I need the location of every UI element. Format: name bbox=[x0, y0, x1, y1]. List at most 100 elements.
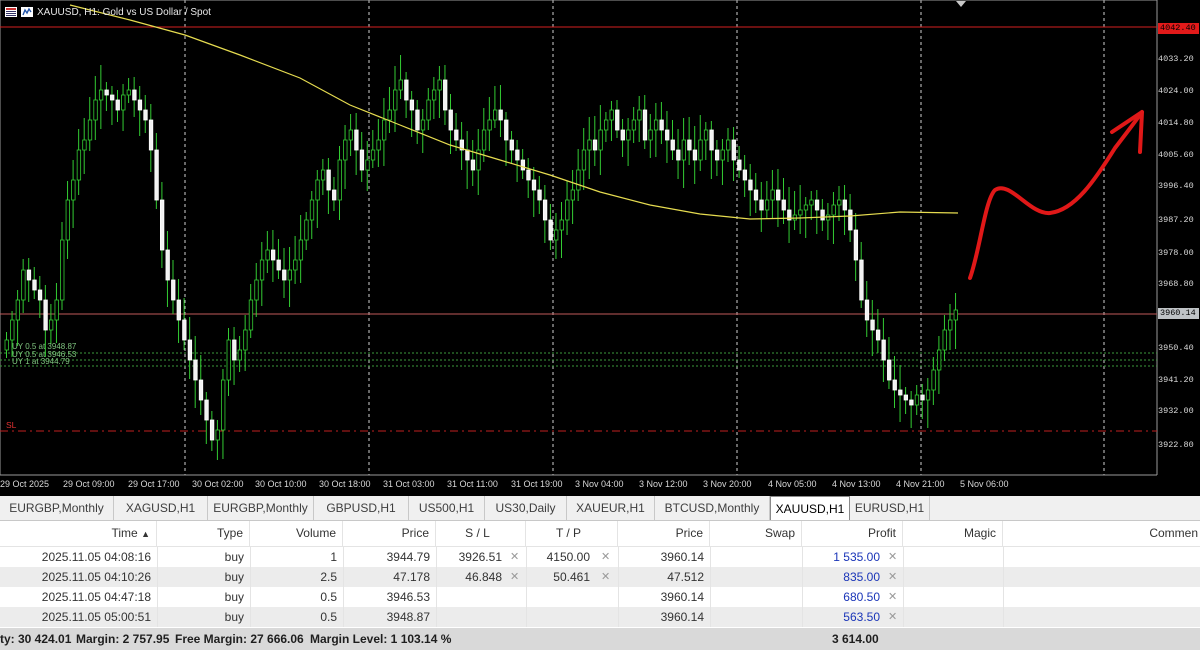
candle-body bbox=[215, 429, 220, 441]
candle-body bbox=[259, 259, 265, 281]
column-divider bbox=[343, 546, 344, 627]
chart-tab[interactable]: XAGUSD,H1 bbox=[114, 496, 208, 520]
cell-price: 3944.79 bbox=[386, 550, 430, 564]
table-row[interactable]: 2025.11.05 05:00:51 buy 0.5 3948.87 3960.14 5… bbox=[0, 607, 1200, 627]
candle-body bbox=[687, 139, 692, 151]
candle-body bbox=[237, 349, 243, 361]
free-margin-text: Free Margin: 27 666.06 bbox=[175, 632, 304, 646]
remove-profit-icon[interactable]: ✕ bbox=[888, 587, 897, 607]
candle-body bbox=[909, 399, 914, 406]
candle-body bbox=[631, 119, 637, 131]
price-scale-label: 3922.80 bbox=[1158, 440, 1194, 450]
price-scale-label: 3968.80 bbox=[1158, 279, 1194, 289]
remove-sl-icon[interactable]: ✕ bbox=[510, 567, 519, 587]
chart-tab[interactable]: US500,H1 bbox=[409, 496, 485, 520]
cell-price2: 3960.14 bbox=[660, 550, 704, 564]
candle-body bbox=[465, 149, 470, 161]
candle-body bbox=[376, 139, 381, 151]
candle-body bbox=[726, 139, 731, 151]
chart-tab[interactable]: EURGBP,Monthly bbox=[208, 496, 314, 520]
col-header-time[interactable]: Time ▲ bbox=[0, 521, 157, 546]
cell-profit: 680.50 bbox=[843, 590, 880, 604]
time-axis-label: 3 Nov 12:00 bbox=[639, 479, 688, 489]
col-header-comment[interactable]: Commen bbox=[1003, 521, 1200, 546]
cell-volume: 1 bbox=[330, 550, 337, 564]
candle-body bbox=[648, 129, 653, 141]
time-axis-label: 29 Oct 2025 bbox=[0, 479, 50, 489]
price-chart[interactable]: XAUUSD, H1: Gold vs US Dollar / Spot 403… bbox=[0, 0, 1200, 496]
candle-body bbox=[498, 109, 503, 121]
column-divider bbox=[1003, 546, 1004, 627]
candle-body bbox=[137, 99, 143, 111]
price-scale-label: 3996.40 bbox=[1158, 181, 1194, 191]
candle-body bbox=[898, 389, 903, 396]
candle-body bbox=[487, 119, 492, 131]
candle-body bbox=[226, 339, 231, 381]
col-header-tp[interactable]: T / P bbox=[526, 521, 618, 546]
cell-tp: 4150.00 bbox=[546, 550, 590, 564]
col-header-price[interactable]: Price bbox=[343, 521, 436, 546]
candle-body bbox=[615, 109, 620, 131]
col-header-sl[interactable]: S / L bbox=[436, 521, 526, 546]
candle-body bbox=[332, 189, 337, 201]
candle-body bbox=[315, 179, 320, 201]
candle-body bbox=[76, 149, 82, 181]
col-header-current-price[interactable]: Price bbox=[618, 521, 710, 546]
cell-sl: 3926.51 bbox=[458, 550, 502, 564]
symbol-tabs: EURGBP,Monthly XAGUSD,H1 EURGBP,Monthly GBP… bbox=[0, 496, 1200, 521]
candle-body bbox=[320, 169, 326, 181]
remove-sl-icon[interactable]: ✕ bbox=[510, 547, 519, 567]
candle-body bbox=[93, 99, 98, 121]
candle-body bbox=[32, 279, 37, 291]
candle-body bbox=[98, 89, 104, 101]
chart-canvas[interactable] bbox=[0, 0, 1200, 496]
chart-title: XAUUSD, H1: Gold vs US Dollar / Spot bbox=[5, 5, 211, 19]
candle-body bbox=[182, 319, 187, 341]
table-row[interactable]: 2025.11.05 04:47:18 buy 0.5 3946.53 3960.14 6… bbox=[0, 587, 1200, 607]
chart-tab[interactable]: BTCUSD,Monthly bbox=[655, 496, 770, 520]
chart-menu-icon[interactable] bbox=[5, 7, 17, 17]
time-axis-label: 31 Oct 11:00 bbox=[447, 479, 498, 489]
col-header-volume[interactable]: Volume bbox=[250, 521, 343, 546]
candle-body bbox=[126, 89, 131, 96]
candle-body bbox=[670, 139, 675, 151]
candle-body bbox=[159, 199, 165, 251]
remove-profit-icon[interactable]: ✕ bbox=[888, 607, 897, 627]
candle-body bbox=[254, 279, 259, 301]
candle-body bbox=[282, 269, 287, 281]
chart-tab[interactable]: XAUEUR,H1 bbox=[567, 496, 655, 520]
remove-tp-icon[interactable]: ✕ bbox=[601, 567, 610, 587]
time-axis-label: 30 Oct 02:00 bbox=[192, 479, 244, 489]
chart-tab[interactable]: XAUUSD,H1 bbox=[770, 496, 850, 520]
cell-price2: 47.512 bbox=[667, 570, 704, 584]
cell-volume: 0.5 bbox=[320, 610, 337, 624]
candle-body bbox=[759, 199, 764, 211]
candle-body bbox=[626, 129, 631, 141]
chart-tab[interactable]: EURUSD,H1 bbox=[850, 496, 930, 520]
remove-profit-icon[interactable]: ✕ bbox=[888, 547, 897, 567]
shift-marker-icon[interactable] bbox=[956, 1, 966, 7]
price-scale-label: 3941.20 bbox=[1158, 375, 1194, 385]
col-header-profit[interactable]: Profit bbox=[802, 521, 903, 546]
col-header-type[interactable]: Type bbox=[157, 521, 250, 546]
candle-body bbox=[60, 239, 65, 301]
col-header-swap[interactable]: Swap bbox=[710, 521, 802, 546]
column-divider bbox=[903, 546, 904, 627]
remove-profit-icon[interactable]: ✕ bbox=[888, 567, 897, 587]
column-divider bbox=[710, 546, 711, 627]
col-header-magic[interactable]: Magic bbox=[903, 521, 1003, 546]
table-row[interactable]: 2025.11.05 04:08:16 buy 1 3944.79 3926.51 ✕ 41… bbox=[0, 547, 1200, 567]
candle-body bbox=[703, 129, 709, 141]
time-axis-label: 29 Oct 09:00 bbox=[63, 479, 115, 489]
chart-type-icon[interactable] bbox=[21, 7, 33, 17]
chart-tab[interactable]: EURGBP,Monthly bbox=[0, 496, 114, 520]
candle-body bbox=[581, 149, 587, 171]
candle-body bbox=[132, 89, 137, 101]
price-scale-label: 3987.20 bbox=[1158, 215, 1194, 225]
chart-tab[interactable]: US30,Daily bbox=[485, 496, 567, 520]
remove-tp-icon[interactable]: ✕ bbox=[601, 547, 610, 567]
table-row[interactable]: 2025.11.05 04:10:26 buy 2.5 47.178 46.848 ✕ 50… bbox=[0, 567, 1200, 587]
candle-body bbox=[115, 99, 120, 111]
chart-tab[interactable]: GBPUSD,H1 bbox=[314, 496, 409, 520]
candle-body bbox=[248, 299, 254, 331]
